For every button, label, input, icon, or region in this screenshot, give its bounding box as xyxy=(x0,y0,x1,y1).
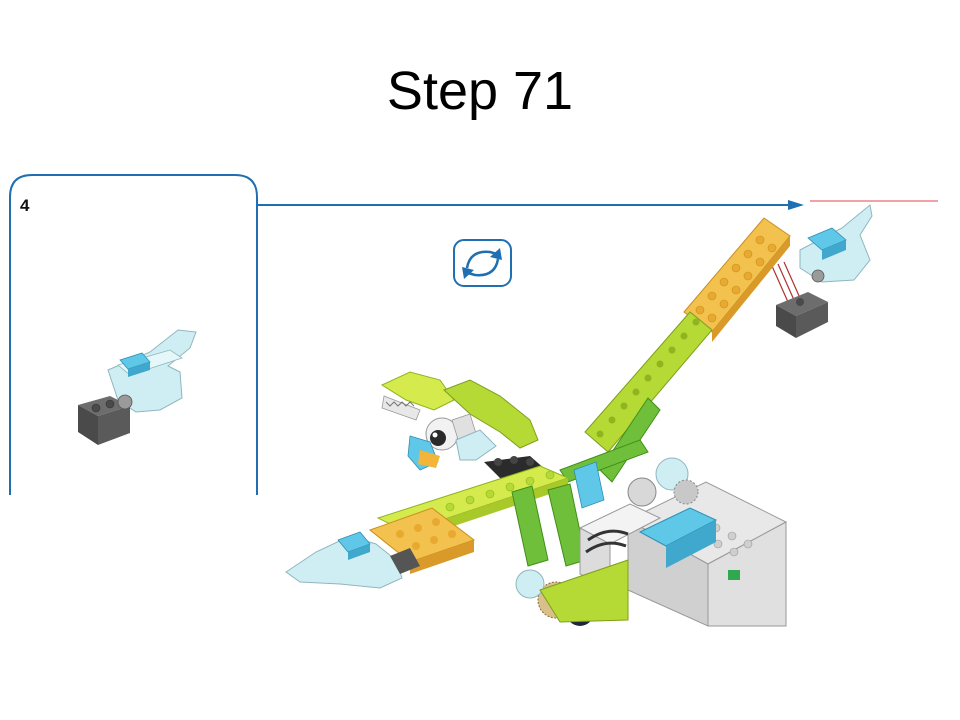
head-assembly xyxy=(380,371,539,471)
build-illustration xyxy=(9,174,938,627)
main-model xyxy=(285,204,873,627)
callout-frame xyxy=(9,174,258,495)
arm-yellow-plate xyxy=(683,217,791,333)
callout-subassembly xyxy=(78,329,197,445)
callout-arrow xyxy=(257,200,804,210)
smarthub xyxy=(626,481,788,627)
callout-step-number: 4 xyxy=(20,196,30,215)
arm-lime-beam xyxy=(584,311,713,453)
instruction-slide: Step 71 4 xyxy=(0,0,960,720)
rotate-model-icon xyxy=(453,239,512,287)
top-right-subassembly xyxy=(771,204,873,338)
